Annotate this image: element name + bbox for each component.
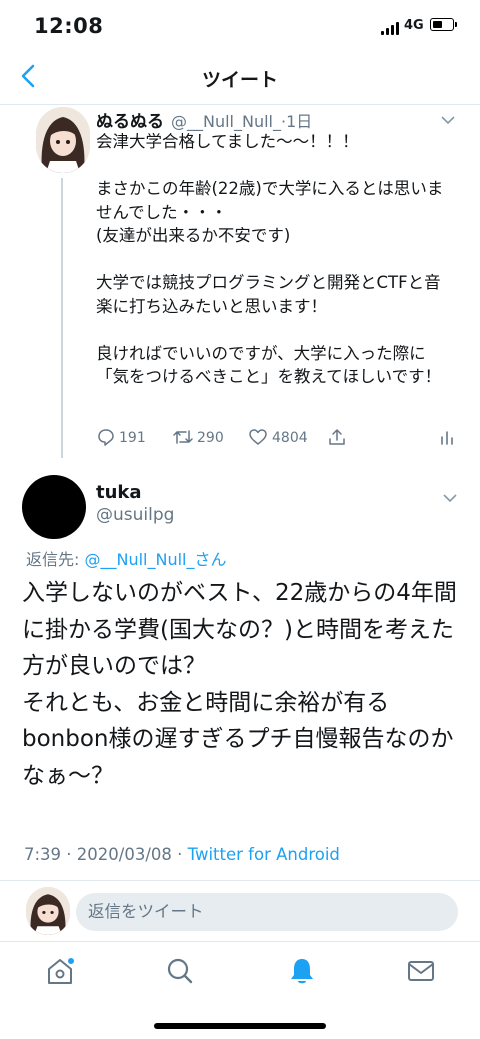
avatar[interactable]: [22, 475, 86, 539]
retweet-count: 290: [197, 430, 224, 446]
home-icon[interactable]: [45, 955, 75, 987]
retweet-icon: [173, 430, 193, 444]
source-link[interactable]: Twitter for Android: [188, 845, 340, 864]
tweet-timestamp: 7:39 · 2020/03/08 ·: [24, 845, 188, 864]
reply-action[interactable]: 191: [97, 428, 146, 446]
chevron-down-icon: [441, 116, 455, 125]
reply-mention-link[interactable]: @__Null_Null_さん: [84, 550, 226, 569]
avatar[interactable]: [36, 107, 90, 173]
home-indicator: [154, 1023, 326, 1029]
header-divider: [0, 104, 480, 105]
reply-count: 191: [119, 430, 146, 446]
handle-text: @__Null_Null_: [171, 112, 281, 131]
avatar-image: [36, 107, 90, 173]
author-handle[interactable]: @__Null_Null_·1日: [171, 108, 312, 132]
composer-divider: [0, 941, 480, 942]
avatar-image: [26, 887, 70, 935]
reply-input[interactable]: 返信をツイート: [76, 893, 458, 931]
notifications-icon[interactable]: [287, 955, 317, 987]
meta-divider: [0, 880, 480, 881]
reply-context: 返信先: @__Null_Null_さん: [26, 546, 227, 570]
battery-tip: [455, 22, 457, 27]
reply-prefix: 返信先:: [26, 550, 85, 569]
retweet-action[interactable]: 290: [173, 428, 224, 446]
author-name[interactable]: ぬるぬる: [96, 107, 164, 132]
reply-icon: [98, 429, 114, 446]
tweet-time: ·1日: [281, 112, 313, 131]
battery-icon: [430, 18, 454, 31]
author-handle[interactable]: @usuilpg: [96, 505, 174, 525]
tweet-menu-button[interactable]: [440, 110, 456, 125]
analytics-icon: [441, 431, 453, 445]
signal-icon: [381, 20, 401, 35]
messages-icon[interactable]: [406, 955, 436, 987]
tweet-meta: 7:39 · 2020/03/08 · Twitter for Android: [24, 845, 340, 864]
heart-icon: [249, 429, 267, 445]
status-time: 12:08: [34, 14, 104, 38]
my-avatar: [26, 887, 70, 935]
like-count: 4804: [272, 430, 308, 446]
author-name[interactable]: tuka: [96, 482, 142, 503]
tweet-text: 会津大学合格してました〜〜！！！ まさかこの年齢(22歳)で大学に入るとは思いま…: [96, 132, 444, 386]
network-type: 4G: [404, 18, 424, 33]
like-action[interactable]: 4804: [248, 428, 308, 446]
tweet-text: 入学しないのがベスト、22歳からの4年間に掛かる学費(国大なの？)と時間を考えた…: [22, 580, 457, 789]
tweet-menu-button[interactable]: [442, 488, 458, 503]
analytics-action[interactable]: [439, 428, 459, 446]
share-action[interactable]: [328, 428, 350, 446]
thread-line: [61, 178, 63, 458]
search-icon[interactable]: [165, 955, 195, 987]
chevron-down-icon: [443, 494, 457, 503]
page-title: ツイート: [201, 69, 278, 91]
share-icon: [329, 429, 345, 445]
